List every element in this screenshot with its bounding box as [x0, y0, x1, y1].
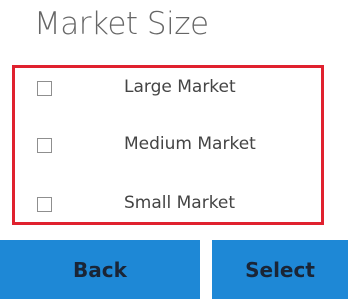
option-small-market[interactable]: Small Market	[15, 191, 321, 221]
checkbox-small-market[interactable]	[37, 197, 52, 212]
checkbox-medium-market[interactable]	[37, 138, 52, 153]
option-label-small-market[interactable]: Small Market	[124, 193, 235, 213]
option-label-large-market[interactable]: Large Market	[124, 77, 236, 97]
option-medium-market[interactable]: Medium Market	[15, 132, 321, 162]
option-large-market[interactable]: Large Market	[15, 75, 321, 105]
option-label-medium-market[interactable]: Medium Market	[124, 134, 256, 154]
page-title: Market Size	[34, 6, 209, 42]
checkbox-large-market[interactable]	[37, 81, 52, 96]
back-button[interactable]: Back	[0, 240, 200, 299]
select-button[interactable]: Select	[212, 240, 348, 299]
market-size-options: Large Market Medium Market Small Market	[12, 65, 324, 225]
